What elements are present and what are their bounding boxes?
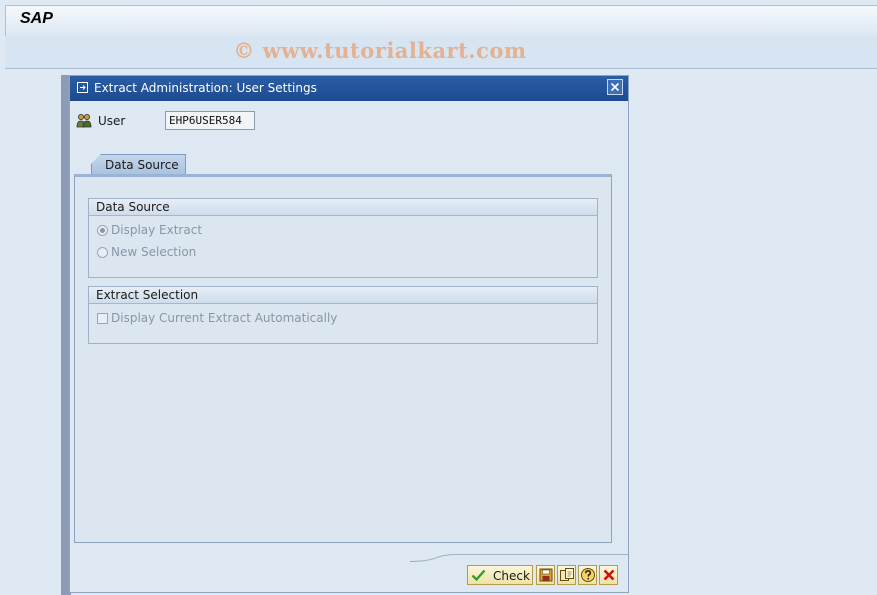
cancel-button[interactable]: [599, 565, 618, 585]
radio-new-selection-label: New Selection: [111, 245, 197, 259]
extract-selection-group-title: Extract Selection: [89, 287, 597, 304]
check-button[interactable]: Check: [467, 565, 533, 585]
radio-display-extract-control[interactable]: [97, 225, 108, 236]
user-settings-dialog: Extract Administration: User Settings Us…: [69, 75, 629, 593]
save-button[interactable]: [536, 565, 555, 585]
cancel-icon: [603, 569, 615, 581]
help-button[interactable]: [578, 565, 597, 585]
tab-data-source[interactable]: Data Source: [91, 154, 186, 175]
tab-data-source-label: Data Source: [105, 158, 179, 172]
radio-display-extract-label: Display Extract: [111, 223, 203, 237]
extract-selection-group: Extract Selection Display Current Extrac…: [88, 286, 598, 344]
footer-divider: [410, 554, 628, 562]
save-icon: [539, 568, 553, 582]
tab-panel: Data Source Display Extract New Selectio…: [74, 174, 612, 543]
user-icon: [76, 114, 92, 128]
dialog-title-icon: [77, 82, 88, 93]
checkbox-display-current-extract-control[interactable]: [97, 313, 108, 324]
close-icon: [610, 82, 620, 92]
copy-button[interactable]: [557, 565, 576, 585]
dialog-title: Extract Administration: User Settings: [94, 81, 317, 95]
checkbox-display-current-extract-label: Display Current Extract Automatically: [111, 311, 338, 325]
user-label: User: [98, 114, 126, 128]
close-button[interactable]: [607, 79, 623, 95]
dialog-titlebar[interactable]: Extract Administration: User Settings: [70, 76, 628, 101]
check-button-label: Check: [493, 569, 530, 583]
user-field[interactable]: EHP6USER584: [165, 111, 255, 130]
data-source-group: Data Source Display Extract New Selectio…: [88, 198, 598, 278]
data-source-group-title: Data Source: [89, 199, 597, 216]
watermark: © www.tutorialkart.com: [233, 38, 527, 63]
app-title: SAP: [20, 10, 53, 27]
sap-title-bar: SAP: [5, 5, 877, 36]
radio-new-selection-control[interactable]: [97, 247, 108, 258]
help-icon: [581, 568, 595, 582]
copy-icon: [560, 568, 574, 581]
check-icon: [471, 569, 486, 582]
